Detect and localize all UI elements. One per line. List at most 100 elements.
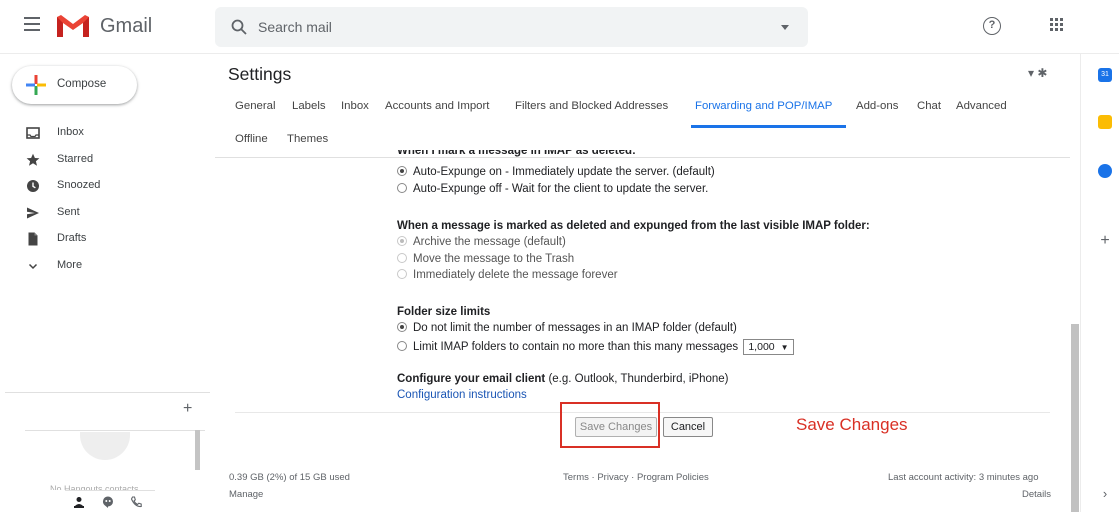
hangouts-empty-illustration-icon [80,432,130,460]
storage-usage: 0.39 GB (2%) of 15 GB used [229,472,350,483]
contacts-person-icon[interactable] [73,496,85,508]
archive-label: Archive the message (default) [413,236,566,248]
sidebar-item-label: Drafts [57,232,87,244]
program-policies-link[interactable]: Program Policies [637,472,709,483]
no-limit-radio[interactable] [397,321,407,332]
no-limit-option[interactable]: Do not limit the number of messages in a… [397,321,737,338]
compose-button[interactable]: Compose [12,66,137,104]
tab-general[interactable]: General [235,100,276,112]
inbox-icon [26,127,40,139]
limit-select-value: 1,000 [748,341,775,353]
tab-inbox[interactable]: Inbox [341,100,369,112]
sidebar-item-label: Inbox [57,126,84,138]
configuration-instructions-link[interactable]: Configuration instructions [397,389,527,401]
sidebar-nav: Inbox Starred Snoozed Sent Drafts More [0,121,210,280]
archive-radio[interactable] [397,235,407,246]
select-arrow-icon: ▼ [780,343,789,352]
chevron-down-icon [28,263,38,269]
expunge-on-option[interactable]: Auto-Expunge on - Immediately update the… [397,165,715,182]
tab-chat[interactable]: Chat [917,100,941,112]
clock-icon [27,180,39,192]
expunge-off-label: Auto-Expunge off - Wait for the client t… [413,183,709,195]
expunged-heading: When a message is marked as deleted and … [397,220,870,232]
tabs-divider [215,157,1070,158]
keep-icon[interactable] [1098,115,1112,129]
sidebar-item-label: Sent [57,205,80,218]
expunge-off-option[interactable]: Auto-Expunge off - Wait for the client t… [397,182,709,199]
star-icon [26,153,40,166]
tasks-icon[interactable] [1098,164,1112,178]
no-limit-label: Do not limit the number of messages in a… [413,322,737,334]
tab-labels[interactable]: Labels [292,100,326,112]
sidebar-item-starred[interactable]: Starred [0,148,210,175]
expand-panel-chevron-icon[interactable]: › [1098,487,1112,501]
delete-forever-label: Immediately delete the message forever [413,269,618,281]
settings-scrollbar[interactable] [1071,324,1079,512]
send-icon [27,207,39,218]
limit-select[interactable]: 1,000 ▼ [743,339,794,355]
hangouts-chat-icon[interactable] [102,496,114,508]
tab-filters-and-blocked-addresses[interactable]: Filters and Blocked Addresses [515,100,668,112]
calendar-icon[interactable]: 31 [1098,68,1112,82]
terms-link[interactable]: Terms [563,472,589,483]
expunge-on-radio[interactable] [397,165,407,176]
tab-forwarding-and-pop-imap[interactable]: Forwarding and POP/IMAP [695,100,832,112]
get-add-ons-plus-icon[interactable]: + [1098,233,1112,249]
annotation-label: Save Changes [796,415,908,434]
search-icon[interactable] [231,19,247,35]
search-input[interactable]: Search mail [258,19,332,35]
limit-label: Limit IMAP folders to contain no more th… [413,341,739,354]
sidebar-item-more[interactable]: More [0,254,210,281]
compose-label: Compose [57,78,107,90]
sidebar-item-label: Starred [57,152,94,165]
archive-option[interactable]: Archive the message (default) [397,235,566,252]
email-client-heading: Configure your email client [397,373,546,385]
active-tab-indicator [691,125,846,128]
sidebar-item-inbox[interactable]: Inbox [0,121,210,148]
sidebar-item-label: More [57,258,83,271]
privacy-link[interactable]: Privacy [597,472,628,483]
tab-advanced[interactable]: Advanced [956,100,1007,112]
tab-themes[interactable]: Themes [287,133,328,145]
sidebar-item-label: Snoozed [57,179,101,191]
tab-add-ons[interactable]: Add-ons [856,100,898,112]
phone-icon[interactable] [130,496,142,508]
manage-storage-link[interactable]: Manage [229,489,263,500]
settings-gear-icon[interactable]: ▾ ✱ [1028,66,1047,80]
hangouts-scrollbar[interactable] [195,430,200,470]
apps-grid-icon[interactable] [1050,18,1064,32]
activity-details-link[interactable]: Details [1022,489,1051,500]
imap-deleted-heading: When I mark a message in IMAP as deleted… [397,150,636,157]
app-name: Gmail [100,15,153,37]
expunge-off-radio[interactable] [397,182,407,193]
side-panel: 31 + › [1080,54,1119,512]
trash-option[interactable]: Move the message to the Trash [397,252,575,269]
search-bar[interactable]: Search mail [215,7,808,47]
trash-label: Move the message to the Trash [413,253,575,265]
footer-links: Terms · Privacy · Program Policies [563,472,709,483]
help-icon[interactable]: ? [983,17,1001,35]
hangouts-divider [5,392,210,393]
page-title: Settings [228,64,292,84]
hangouts-separator [25,430,205,431]
tab-offline[interactable]: Offline [235,133,268,145]
sidebar-item-drafts[interactable]: Drafts [0,227,210,254]
delete-forever-radio[interactable] [397,268,407,279]
annotation-highlight-box [560,402,660,448]
limit-option[interactable]: Limit IMAP folders to contain no more th… [397,339,794,355]
gmail-logo-icon[interactable] [57,13,89,38]
new-conversation-plus-icon[interactable]: + [183,400,192,418]
tab-accounts-and-import[interactable]: Accounts and Import [385,100,489,112]
main-menu-icon[interactable] [24,17,40,31]
search-options-icon[interactable] [781,25,789,30]
sidebar-item-sent[interactable]: Sent [0,201,210,228]
cancel-button[interactable]: Cancel [663,417,713,437]
last-account-activity: Last account activity: 3 minutes ago [888,472,1039,483]
delete-forever-option[interactable]: Immediately delete the message forever [397,268,618,285]
limit-radio[interactable] [397,341,407,351]
settings-panel: Settings ▾ ✱ General Labels Inbox Accoun… [215,54,1079,512]
top-bar: Gmail Search mail ? [0,0,1119,54]
trash-radio[interactable] [397,252,407,263]
email-client-examples: (e.g. Outlook, Thunderbird, iPhone) [545,373,729,385]
sidebar-item-snoozed[interactable]: Snoozed [0,174,210,201]
